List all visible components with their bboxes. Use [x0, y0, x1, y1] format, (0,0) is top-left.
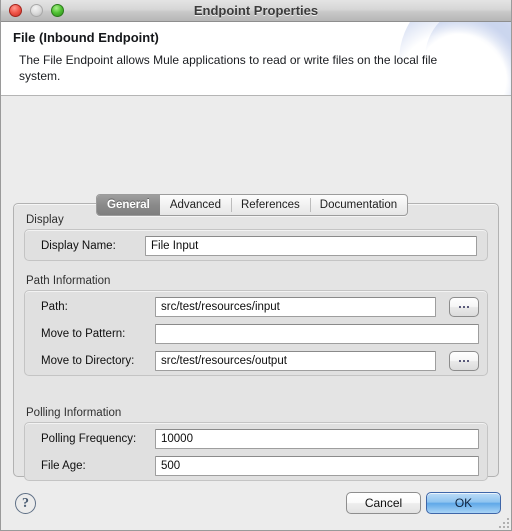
- move-to-directory-browse-button[interactable]: [449, 351, 479, 371]
- ellipsis-icon: [467, 360, 469, 362]
- endpoint-properties-window: Endpoint Properties File (Inbound Endpoi…: [0, 0, 512, 531]
- tab-general[interactable]: General: [97, 195, 160, 215]
- polling-frequency-input[interactable]: [155, 429, 479, 449]
- path-group-box: Path: Move to Pattern: Move to Directory…: [24, 290, 488, 376]
- ok-button[interactable]: OK: [426, 492, 501, 514]
- display-name-input[interactable]: [145, 236, 477, 256]
- display-name-label: Display Name:: [41, 240, 116, 252]
- tab-general-label: General: [107, 199, 150, 211]
- general-tab-panel: Display Display Name: Path Information P…: [13, 203, 499, 530]
- move-to-directory-row: Move to Directory:: [41, 351, 134, 371]
- tab-documentation-label: Documentation: [319, 199, 398, 211]
- ellipsis-icon: [463, 306, 465, 308]
- ellipsis-icon: [459, 306, 461, 308]
- page-title: File (Inbound Endpoint): [13, 30, 159, 45]
- path-row: Path:: [41, 297, 68, 317]
- move-to-pattern-label: Move to Pattern:: [41, 328, 126, 340]
- file-age-label: File Age:: [41, 460, 86, 472]
- ellipsis-icon: [463, 360, 465, 362]
- path-input[interactable]: [155, 297, 436, 317]
- tab-advanced[interactable]: Advanced: [160, 195, 231, 215]
- path-label: Path:: [41, 301, 68, 313]
- move-to-directory-label: Move to Directory:: [41, 355, 135, 367]
- section-display: Display Display Name:: [24, 214, 488, 261]
- section-polling-information: Polling Information Polling Frequency: F…: [24, 407, 488, 481]
- polling-frequency-label: Polling Frequency:: [41, 433, 137, 445]
- move-to-pattern-input[interactable]: [155, 324, 479, 344]
- tab-references[interactable]: References: [230, 195, 310, 215]
- display-group-box: Display Name:: [24, 229, 488, 261]
- tab-area: General Advanced References Documentatio…: [1, 96, 511, 530]
- section-polling-title: Polling Information: [26, 407, 122, 419]
- section-path-information: Path Information Path: Move to Pattern:: [24, 275, 488, 376]
- file-age-row: File Age:: [41, 456, 86, 476]
- window-title: Endpoint Properties: [193, 3, 319, 18]
- window-titlebar: Endpoint Properties: [1, 0, 511, 22]
- polling-group-box: Polling Frequency: File Age:: [24, 422, 488, 481]
- ellipsis-icon: [459, 360, 461, 362]
- tab-advanced-label: Advanced: [169, 199, 221, 211]
- file-age-input[interactable]: [155, 456, 479, 476]
- move-to-directory-input[interactable]: [155, 351, 436, 371]
- tab-strip: General Advanced References Documentatio…: [96, 194, 409, 216]
- tab-documentation[interactable]: Documentation: [309, 195, 407, 215]
- dialog-header: File (Inbound Endpoint) The File Endpoin…: [1, 22, 511, 96]
- page-description: The File Endpoint allows Mule applicatio…: [19, 53, 438, 83]
- move-to-pattern-row: Move to Pattern:: [41, 324, 125, 344]
- cancel-button[interactable]: Cancel: [346, 492, 421, 514]
- section-path-title: Path Information: [26, 275, 111, 287]
- help-button[interactable]: ?: [15, 493, 36, 514]
- tab-references-label: References: [240, 199, 300, 211]
- resize-grip[interactable]: [497, 516, 509, 528]
- display-name-row: Display Name:: [41, 236, 116, 256]
- ellipsis-icon: [467, 306, 469, 308]
- dialog-button-bar: ? Cancel OK: [1, 483, 511, 530]
- path-browse-button[interactable]: [449, 297, 479, 317]
- polling-frequency-row: Polling Frequency:: [41, 429, 136, 449]
